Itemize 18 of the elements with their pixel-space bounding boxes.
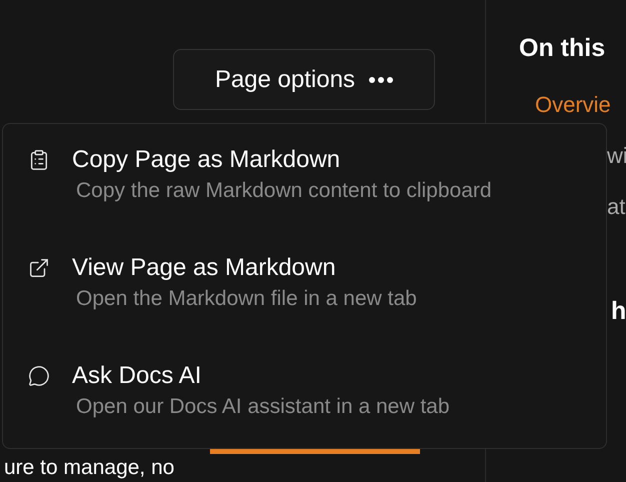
more-icon	[369, 76, 394, 82]
menu-item-title: Copy Page as Markdown	[72, 145, 342, 175]
chat-bubble-icon	[28, 365, 50, 387]
menu-item-description: Open our Docs AI assistant in a new tab	[75, 394, 450, 420]
external-link-icon	[28, 257, 50, 279]
toc-heading: On this	[519, 33, 606, 64]
page-options-button[interactable]: Page options	[173, 49, 435, 110]
menu-item-title: Ask Docs AI	[72, 361, 202, 391]
toc-link[interactable]: Overvie	[535, 88, 626, 120]
menu-item[interactable]: Copy Page as Markdown Copy the raw Markdown content to clipboard	[28, 144, 606, 206]
menu-item[interactable]: Ask Docs AI Open our Docs AI assistant in a new tab	[28, 360, 606, 422]
body-text: ure to manage, no	[3, 455, 176, 481]
menu-item-title: View Page as Markdown	[72, 253, 337, 283]
menu-item-description: Open the Markdown file in a new tab	[75, 286, 417, 312]
menu-item-description: Copy the raw Markdown content to clipboard	[75, 178, 492, 204]
clipboard-icon	[28, 149, 50, 171]
toc-subheading: hi	[610, 296, 626, 326]
menu-item[interactable]: View Page as Markdown Open the Markdown file in a new tab	[28, 252, 606, 314]
